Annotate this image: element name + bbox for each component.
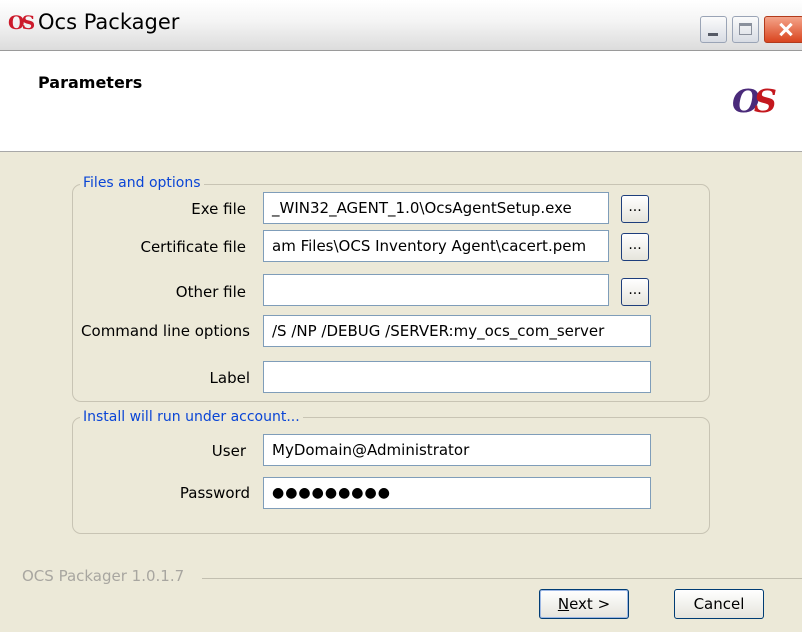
user-label: User [211, 442, 246, 460]
page-title: Parameters [38, 73, 143, 92]
password-input[interactable]: ●●●●●●●●● [263, 477, 651, 509]
exe-file-input[interactable]: _WIN32_AGENT_1.0\OcsAgentSetup.exe [263, 192, 609, 224]
next-button[interactable]: Next > [539, 589, 629, 619]
certificate-file-browse-button[interactable]: ... [621, 233, 649, 261]
title-bar[interactable]: OS Ocs Packager [0, 0, 802, 51]
files-options-legend: Files and options [80, 175, 204, 191]
certificate-file-input[interactable]: am Files\OCS Inventory Agent\cacert.pem [263, 230, 609, 262]
close-button[interactable] [764, 16, 802, 43]
command-line-options-input[interactable]: /S /NP /DEBUG /SERVER:my_ocs_com_server [263, 315, 651, 347]
ocs-logo-icon: OS [8, 12, 35, 34]
password-label: Password [179, 484, 250, 502]
ocs-logo: OS [732, 82, 777, 120]
cancel-button[interactable]: Cancel [674, 589, 764, 619]
window-title: Ocs Packager [38, 10, 180, 34]
exe-file-label: Exe file [191, 200, 246, 218]
footer-divider [202, 578, 802, 579]
label-input[interactable] [263, 361, 651, 393]
other-file-label: Other file [175, 283, 246, 301]
other-file-browse-button[interactable]: ... [621, 278, 649, 306]
account-legend: Install will run under account... [80, 409, 303, 425]
minimize-button[interactable] [700, 16, 727, 43]
user-input[interactable]: MyDomain@Administrator [263, 434, 651, 466]
maximize-button[interactable] [732, 16, 759, 43]
command-line-options-label: Command line options [81, 322, 250, 340]
next-button-label: ext > [569, 595, 611, 613]
version-text: OCS Packager 1.0.1.7 [22, 567, 185, 585]
certificate-file-label: Certificate file [140, 238, 246, 256]
wizard-header: Parameters OS [0, 51, 802, 152]
next-button-mnemonic: N [557, 595, 570, 613]
label-field-label: Label [209, 369, 250, 387]
exe-file-browse-button[interactable]: ... [621, 195, 649, 223]
other-file-input[interactable] [263, 274, 609, 306]
ocs-packager-window: OS Ocs Packager Parameters OS Files and … [0, 0, 802, 632]
